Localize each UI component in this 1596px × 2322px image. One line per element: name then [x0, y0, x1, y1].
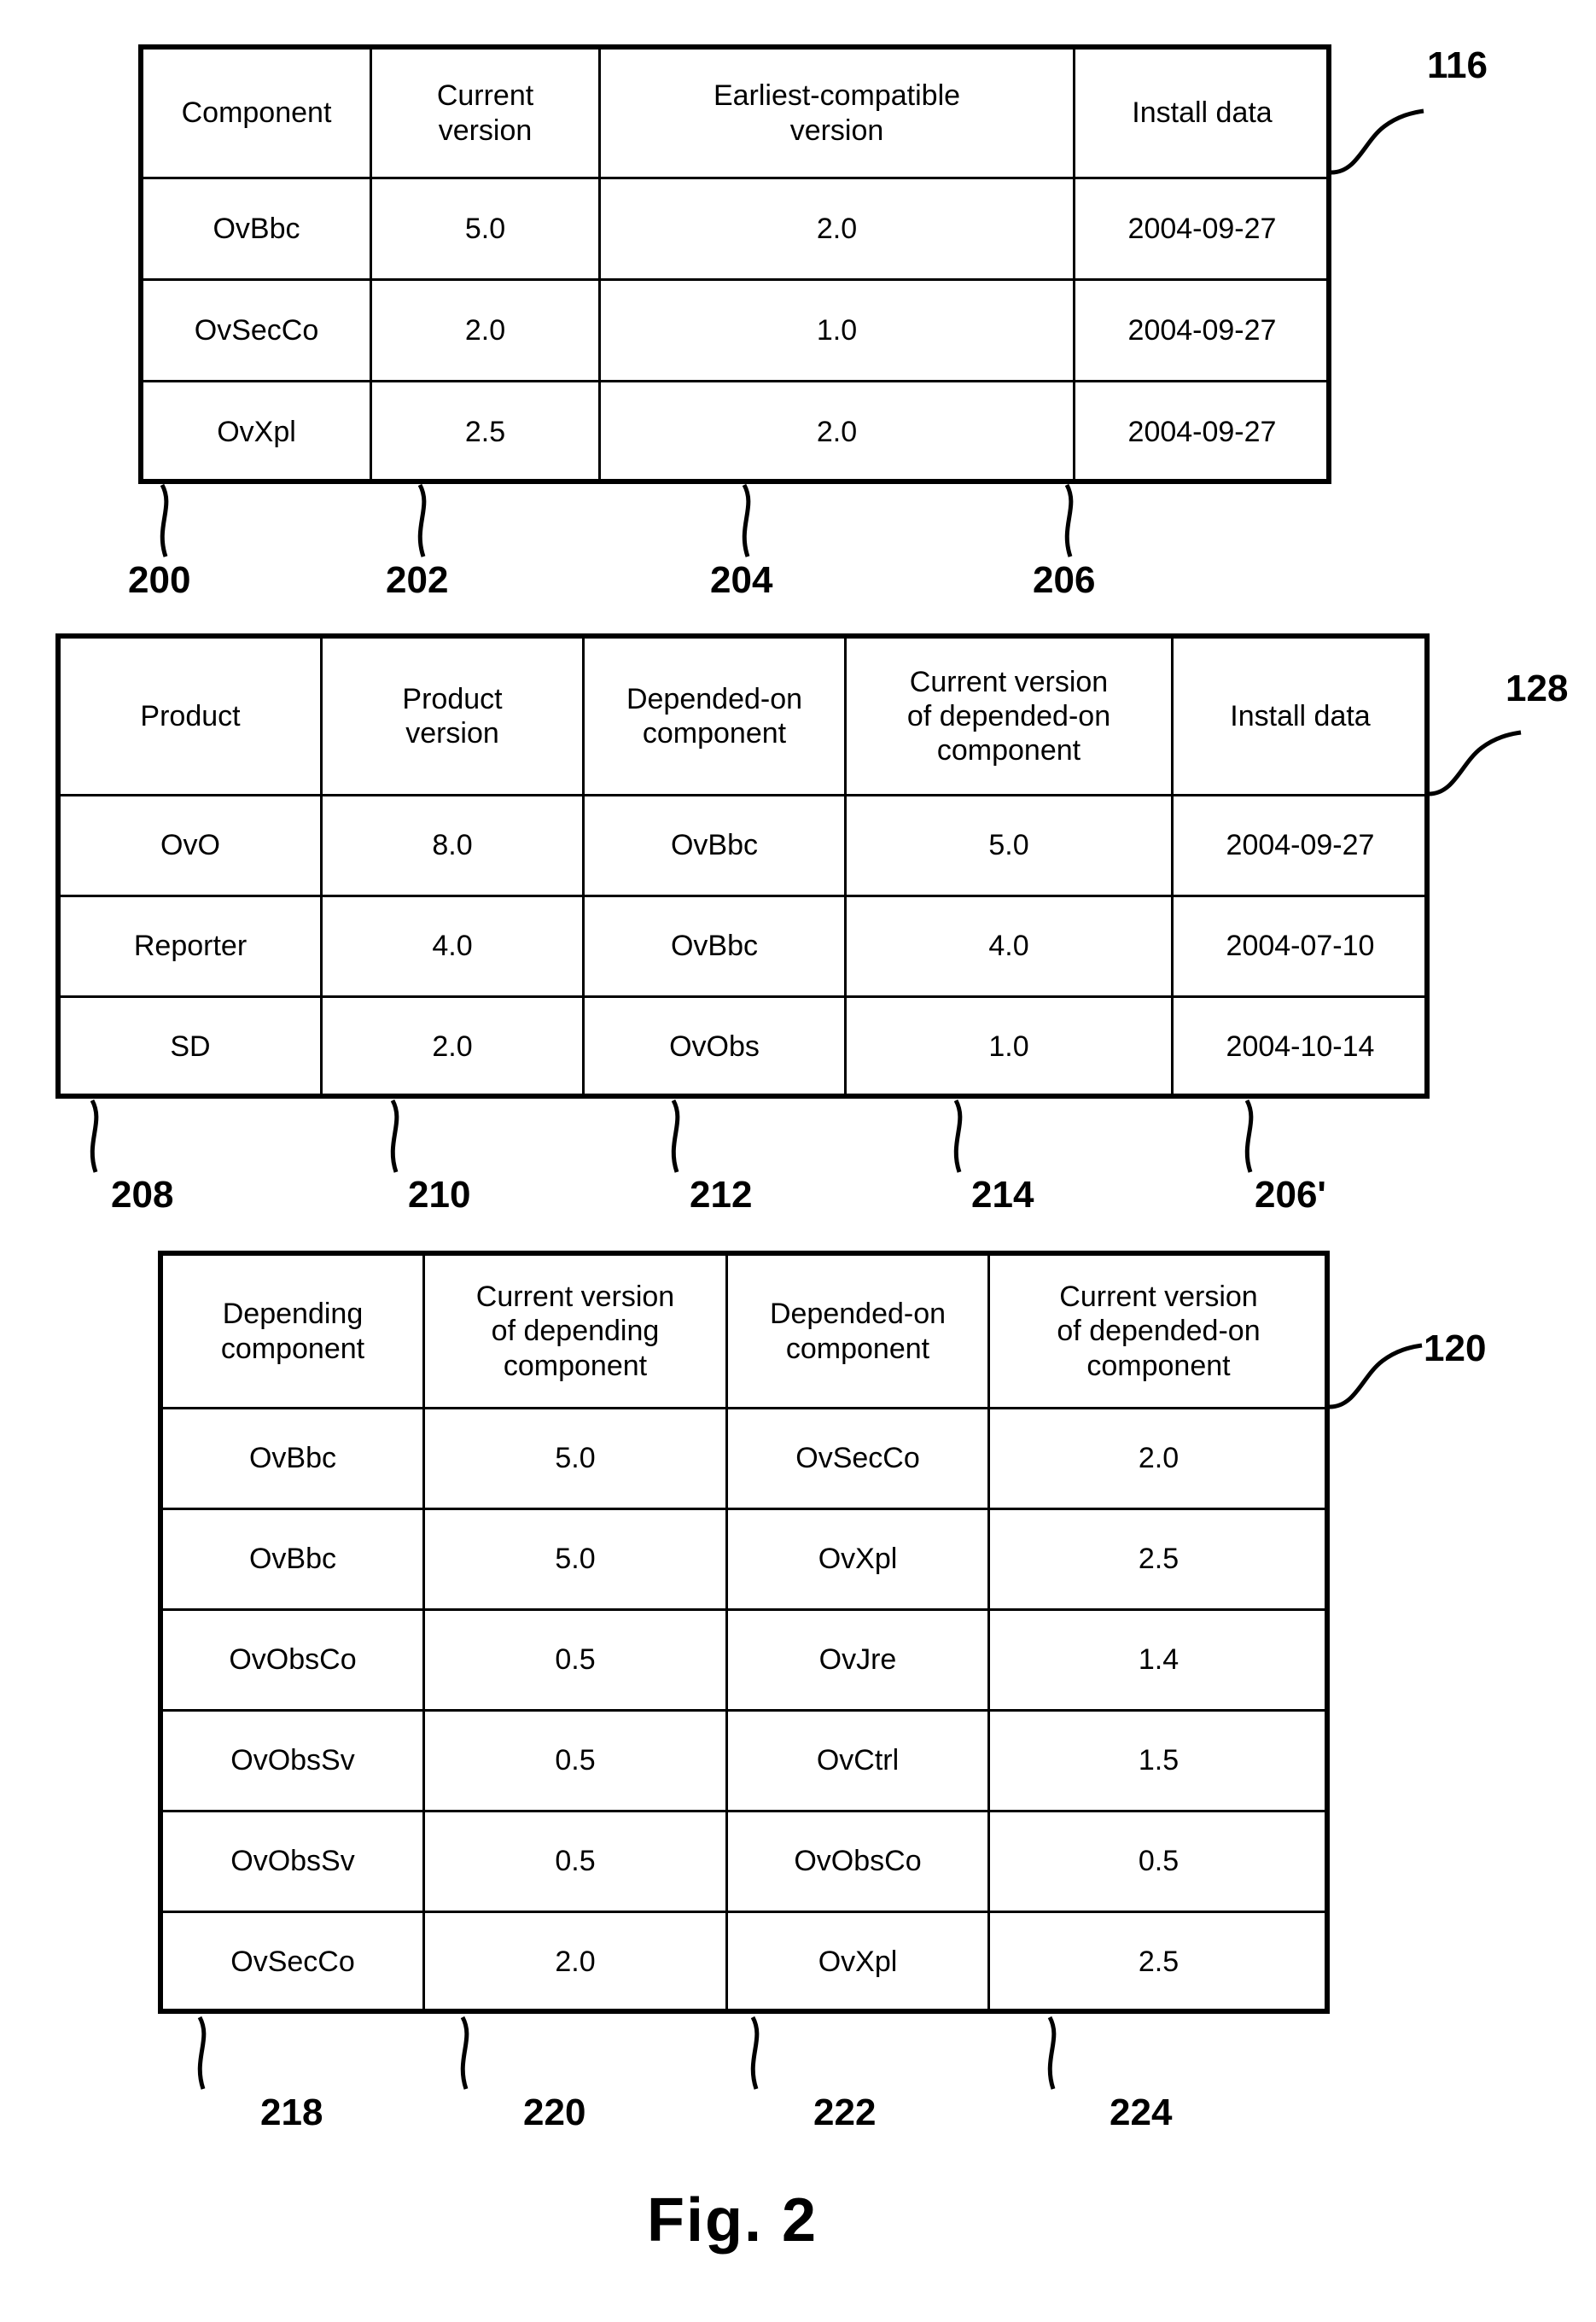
- ref-label-220: 220: [523, 2092, 586, 2133]
- ref-label-120: 120: [1424, 1327, 1487, 1369]
- ref-label-206-prime: 206': [1255, 1174, 1326, 1216]
- ref-label-222: 222: [813, 2092, 877, 2133]
- ref-label-224: 224: [1110, 2092, 1173, 2133]
- table-116-outer-border: [138, 44, 1331, 484]
- table-128-outer-border: [55, 633, 1430, 1099]
- table-120-outer-border: [158, 1251, 1330, 2014]
- figure-caption: Fig. 2: [647, 2186, 818, 2255]
- ref-label-128: 128: [1506, 668, 1569, 709]
- ref-label-218: 218: [260, 2092, 323, 2133]
- ref-label-212: 212: [690, 1174, 753, 1216]
- ref-label-206: 206: [1033, 559, 1096, 601]
- ref-label-208: 208: [111, 1174, 174, 1216]
- patent-figure-2: Component Current version Earliest-compat…: [0, 0, 1596, 2322]
- ref-label-202: 202: [386, 559, 449, 601]
- ref-label-204: 204: [710, 559, 773, 601]
- ref-label-210: 210: [408, 1174, 471, 1216]
- ref-label-200: 200: [128, 559, 191, 601]
- ref-label-214: 214: [971, 1174, 1034, 1216]
- ref-label-116: 116: [1427, 44, 1488, 86]
